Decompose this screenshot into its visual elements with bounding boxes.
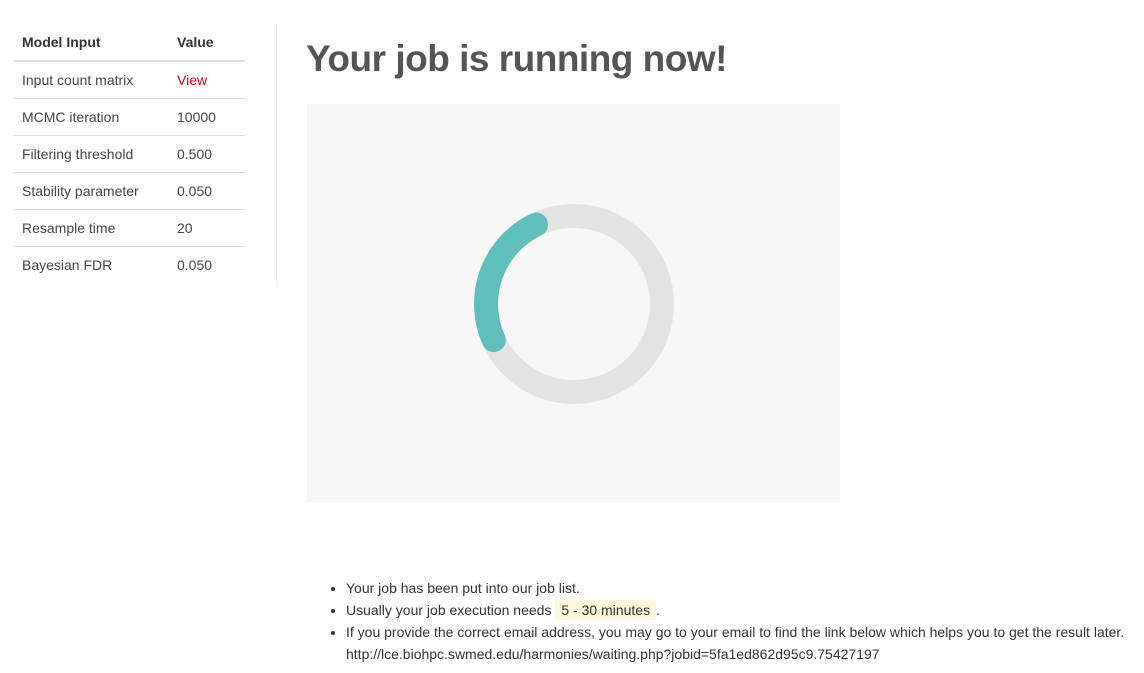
- param-name: Resample time: [14, 209, 169, 247]
- model-input-sidebar: Model Input Value Input count matrix Vie…: [14, 24, 245, 283]
- table-row: Bayesian FDR 0.050: [14, 247, 245, 284]
- page-title: Your job is running now!: [306, 38, 727, 79]
- param-name: Bayesian FDR: [22, 257, 113, 273]
- email-note-text: If you provide the correct email address…: [346, 624, 1125, 640]
- execution-time-suffix: .: [656, 602, 660, 618]
- param-value: 0.050: [177, 257, 213, 273]
- param-value: 10000: [169, 98, 245, 136]
- table-row: Input count matrix View: [14, 61, 245, 99]
- param-value: 0.500: [169, 135, 245, 173]
- vertical-divider: [276, 24, 277, 286]
- loading-panel: [307, 104, 840, 503]
- table-header-row: Model Input Value: [14, 24, 245, 62]
- job-info-list: Your job has been put into our job list.…: [318, 577, 1124, 665]
- param-name: Input count matrix: [14, 61, 169, 99]
- column-header-model-input: Model Input: [14, 24, 169, 62]
- execution-time-badge: 5 - 30 minutes: [555, 600, 657, 620]
- list-item: If you provide the correct email address…: [346, 621, 1124, 665]
- param-value: View: [169, 61, 245, 99]
- column-header-value: Value: [169, 24, 245, 62]
- param-name: Filtering threshold: [14, 135, 169, 173]
- table-row: Filtering threshold 0.500: [14, 135, 245, 173]
- page: Model Input Value Input count matrix Vie…: [0, 0, 1144, 673]
- table-row: MCMC iteration 10000: [14, 98, 245, 136]
- table-row: Stability parameter 0.050: [14, 172, 245, 210]
- job-queued-text: Your job has been put into our job list.: [346, 580, 580, 596]
- execution-time-prefix: Usually your job execution needs: [346, 602, 552, 618]
- view-input-matrix-link[interactable]: View: [177, 72, 207, 88]
- param-value: 20: [169, 209, 245, 247]
- param-name: Stability parameter: [14, 172, 169, 210]
- table-row: Resample time 20: [14, 209, 245, 247]
- list-item: Your job has been put into our job list.: [346, 577, 1124, 599]
- model-input-table: Model Input Value Input count matrix Vie…: [14, 24, 245, 283]
- param-value: 0.050: [169, 172, 245, 210]
- spinner-arc: [474, 212, 548, 353]
- list-item: Usually your job execution needs 5 - 30 …: [346, 599, 1124, 621]
- job-result-url[interactable]: http://lce.biohpc.swmed.edu/harmonies/wa…: [346, 643, 1124, 665]
- param-name: MCMC iteration: [14, 98, 169, 136]
- loading-spinner-icon: [474, 204, 674, 404]
